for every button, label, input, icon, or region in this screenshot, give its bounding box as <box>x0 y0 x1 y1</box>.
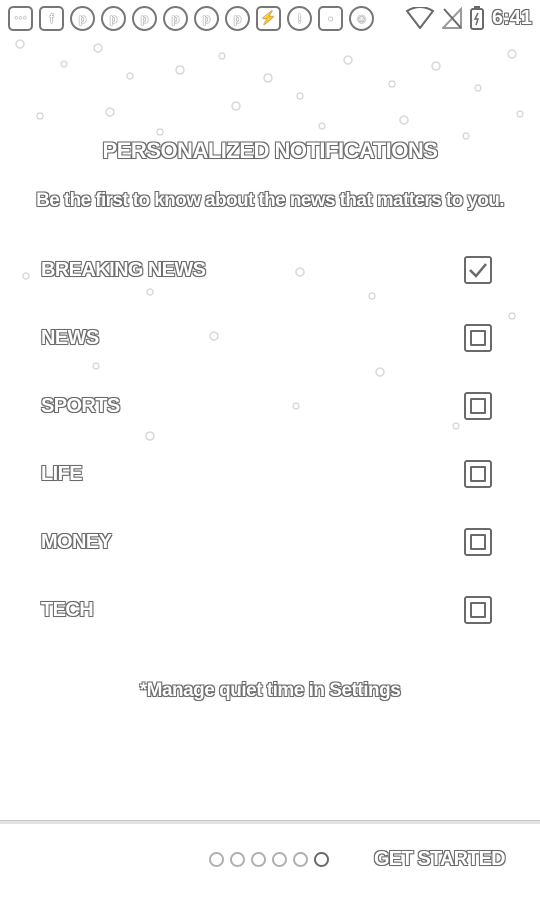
topic-row-sports[interactable]: SPORTS <box>0 372 540 440</box>
topic-row-news[interactable]: NEWS <box>0 304 540 372</box>
pinterest-icon: p <box>101 5 126 31</box>
topic-label: NEWS <box>41 326 99 349</box>
sync-icon: ⚡ <box>256 5 281 31</box>
topic-label: LIFE <box>41 462 83 485</box>
topic-row-breaking-news[interactable]: BREAKING NEWS <box>0 236 540 304</box>
wifi-icon <box>405 7 434 29</box>
page-subtitle: Be the first to know about the news that… <box>36 190 504 211</box>
page-dot-active <box>314 852 329 867</box>
android-icon: ☺ <box>349 5 374 31</box>
footer-divider <box>0 820 540 824</box>
pinterest-icon: p <box>163 5 188 31</box>
notification-icon: ⋯ <box>8 5 33 31</box>
no-signal-icon <box>441 7 462 29</box>
checkbox-inner <box>470 398 486 414</box>
topic-checkbox[interactable] <box>464 528 492 556</box>
pinterest-icon: p <box>132 5 157 31</box>
page-dot <box>251 852 266 867</box>
battery-icon <box>469 6 484 30</box>
clock-time: 6:41 <box>491 6 532 29</box>
topic-label: SPORTS <box>41 394 120 417</box>
topic-checkbox[interactable] <box>464 596 492 624</box>
page-indicator <box>209 852 329 867</box>
topic-label: BREAKING NEWS <box>41 258 206 281</box>
notification-icons: ⋯ f p p p p p p ⚡ ! ▪ ☺ <box>8 5 374 31</box>
page-dot <box>209 852 224 867</box>
topic-row-tech[interactable]: TECH <box>0 576 540 644</box>
pinterest-icon: p <box>194 5 219 31</box>
pinterest-icon: p <box>70 5 95 31</box>
facebook-icon: f <box>39 5 64 31</box>
checkbox-inner <box>470 602 486 618</box>
topic-checkbox[interactable] <box>464 324 492 352</box>
lock-icon: ▪ <box>318 5 343 31</box>
quiet-time-note: *Manage quiet time in Settings <box>139 680 401 701</box>
page-dot <box>293 852 308 867</box>
topic-checkbox[interactable] <box>464 392 492 420</box>
checkmark-icon <box>469 263 487 278</box>
topic-label: TECH <box>41 598 94 621</box>
get-started-button[interactable]: GET STARTED <box>374 848 506 871</box>
topic-row-life[interactable]: LIFE <box>0 440 540 508</box>
status-bar: ⋯ f p p p p p p ⚡ ! ▪ ☺ 6:41 <box>0 0 540 36</box>
page-dot <box>230 852 245 867</box>
checkbox-inner <box>470 466 486 482</box>
topic-checkbox[interactable] <box>464 460 492 488</box>
alarm-icon: ! <box>287 5 312 31</box>
topic-checkbox-checked[interactable] <box>464 256 492 284</box>
topic-row-money[interactable]: MONEY <box>0 508 540 576</box>
checkbox-inner <box>470 534 486 550</box>
status-right: 6:41 <box>405 6 532 30</box>
topic-list: BREAKING NEWS NEWS SPORTS LIFE MONEY TEC… <box>0 236 540 644</box>
topic-label: MONEY <box>41 530 112 553</box>
page-dot <box>272 852 287 867</box>
checkbox-inner <box>470 330 486 346</box>
pinterest-icon: p <box>225 5 250 31</box>
page-title: PERSONALIZED NOTIFICATIONS <box>102 138 438 163</box>
